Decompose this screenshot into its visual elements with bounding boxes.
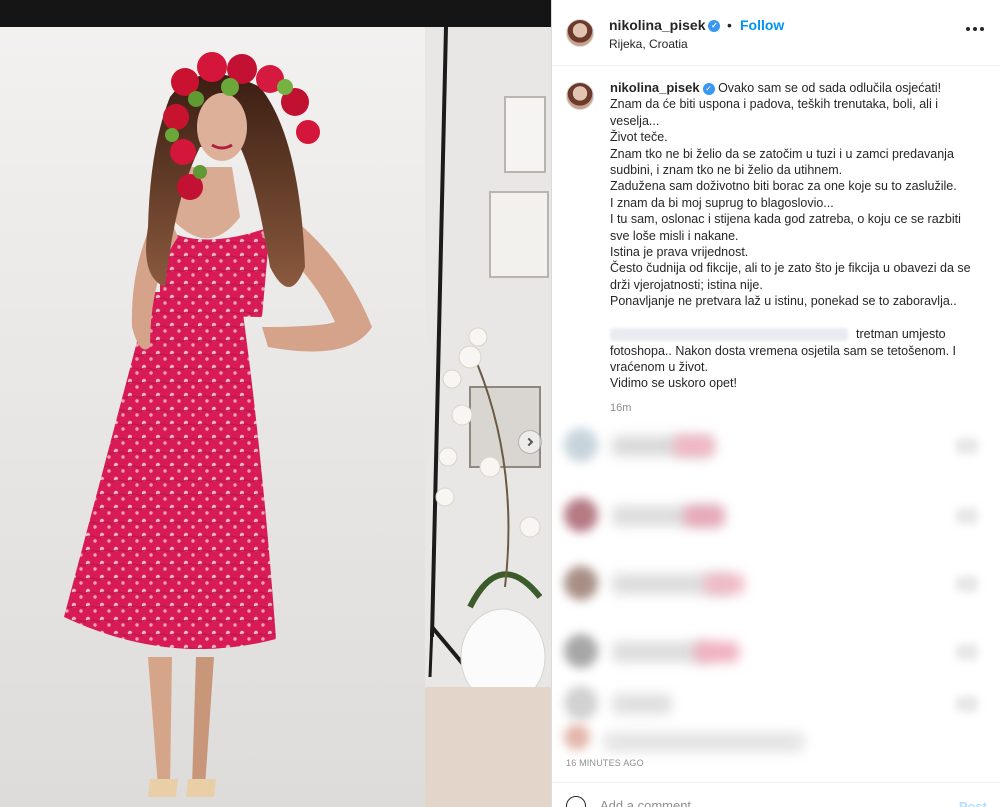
caption-line: Znam tko ne bi želio da se zatočim u tuz… xyxy=(610,146,954,161)
comment-blurred xyxy=(564,428,984,462)
caption-line: sudbini, i znam tko ne bi želio da utihn… xyxy=(610,163,843,178)
caption-line: Život teče. xyxy=(610,130,668,145)
comment-blurred xyxy=(564,724,984,758)
caption-username[interactable]: nikolina_pisek xyxy=(610,80,700,95)
avatar[interactable] xyxy=(566,19,594,47)
comment-input[interactable] xyxy=(600,798,900,807)
post-header: nikolina_pisek ✓ • Follow Rijeka, Croatia xyxy=(552,0,1000,66)
header-username[interactable]: nikolina_pisek xyxy=(609,17,705,33)
caption-line: veselja... xyxy=(610,113,660,128)
verified-badge-icon: ✓ xyxy=(702,82,715,95)
post-comment-button[interactable]: Post xyxy=(959,799,987,807)
caption-avatar[interactable] xyxy=(566,82,594,110)
caption-line: I tu sam, oslonac i stijena kada god zat… xyxy=(610,212,961,227)
heart-icon xyxy=(956,576,978,592)
caption-text: nikolina_pisek ✓ Ovako sam se od sada odl… xyxy=(610,80,980,392)
caption-line: Vidimo se uskoro opet! xyxy=(610,376,737,391)
caption-line: Znam da će biti uspona i padova, teških … xyxy=(610,97,938,112)
emoji-icon[interactable] xyxy=(566,796,586,807)
comment-blurred xyxy=(564,634,984,668)
avatar xyxy=(564,686,598,720)
caption-section: nikolina_pisek ✓ Ovako sam se od sada odl… xyxy=(552,66,1000,756)
location-link[interactable]: Rijeka, Croatia xyxy=(609,37,688,51)
caption-line xyxy=(610,310,980,326)
post-image xyxy=(0,27,551,807)
post-photo[interactable] xyxy=(0,27,551,807)
follow-button[interactable]: Follow xyxy=(740,17,784,33)
post-details-panel: nikolina_pisek ✓ • Follow Rijeka, Croatia… xyxy=(551,0,1000,807)
verified-badge-icon: ✓ xyxy=(708,20,721,33)
post-timestamp[interactable]: 16 MINUTES AGO xyxy=(566,758,644,768)
heart-icon xyxy=(956,696,978,712)
top-bar xyxy=(0,0,551,27)
caption-line: tretman umjesto xyxy=(856,327,946,342)
caption-line: drži vjerojatnosti; istina nije. xyxy=(610,277,763,292)
comment-blurred xyxy=(564,566,984,600)
avatar xyxy=(564,428,598,462)
caption-line: vraćenom u život. xyxy=(610,359,708,374)
header-username-row[interactable]: nikolina_pisek ✓ xyxy=(609,17,721,33)
heart-icon xyxy=(956,438,978,454)
comment-blurred xyxy=(564,686,984,720)
comment-blurred xyxy=(564,498,984,532)
caption-time[interactable]: 16m xyxy=(610,402,631,414)
avatar xyxy=(564,498,598,532)
caption-line: Zadužena sam doživotno biti borac za one… xyxy=(610,179,957,194)
separator-dot: • xyxy=(727,17,732,33)
caption-line: Ponavljanje ne pretvara laž u istinu, po… xyxy=(610,294,957,309)
caption-line: fotoshopa.. Nakon dosta vremena osjetila… xyxy=(610,343,957,358)
heart-icon xyxy=(956,644,978,660)
avatar xyxy=(564,724,590,750)
caption-line: Istina je prava vrijednost. xyxy=(610,245,749,260)
next-photo-button[interactable] xyxy=(518,430,542,454)
more-horizontal-icon[interactable] xyxy=(966,27,984,31)
caption-line: Ovako sam se od sada odlučila osjećati! xyxy=(718,81,942,95)
heart-icon xyxy=(956,508,978,524)
redacted-text xyxy=(610,328,848,342)
caption-line: sve loše misli i nakane. xyxy=(610,228,739,243)
avatar xyxy=(564,566,598,600)
avatar xyxy=(564,634,598,668)
chevron-right-icon xyxy=(524,437,534,447)
comment-box: Post xyxy=(552,782,1000,807)
caption-line: I znam da bi moj suprug to blagoslovio..… xyxy=(610,195,834,210)
caption-line: Često čudnija od fikcije, ali to je zato… xyxy=(610,261,971,276)
